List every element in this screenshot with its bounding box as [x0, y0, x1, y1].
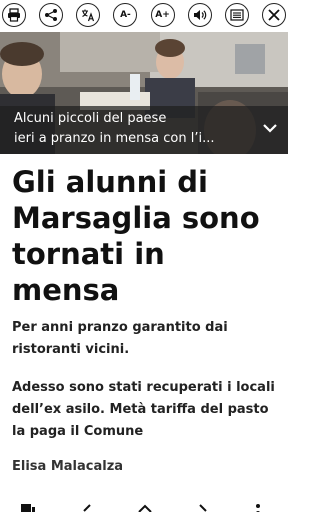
share-icon[interactable] — [39, 3, 64, 27]
top-toolbar: A- A+ — [0, 0, 288, 30]
bottom-nav — [0, 498, 288, 512]
article-lead: Adesso sono stati recuperati i locali de… — [12, 380, 275, 439]
speaker-icon[interactable] — [187, 3, 212, 27]
text-smaller-icon[interactable]: A- — [113, 3, 138, 27]
photo-caption[interactable]: Alcuni piccoli del paese ieri a pranzo i… — [0, 106, 288, 154]
reader-icon[interactable] — [224, 3, 249, 27]
print-icon[interactable] — [2, 3, 26, 27]
caption-line-2: ieri a pranzo in mensa con l’i... — [14, 131, 215, 146]
previous-icon[interactable] — [80, 502, 94, 512]
text-larger-icon[interactable]: A+ — [150, 3, 175, 27]
caption-line-1: Alcuni piccoli del paese — [14, 111, 167, 126]
up-icon[interactable] — [137, 502, 153, 512]
article-title: Gli alunni di Marsaglia sono tornati in … — [12, 165, 260, 307]
close-icon[interactable] — [261, 3, 286, 27]
article-author: Elisa Malacalza — [12, 459, 124, 474]
sections-icon[interactable] — [20, 502, 36, 512]
chevron-down-icon[interactable] — [262, 120, 278, 140]
next-icon[interactable] — [196, 502, 210, 512]
hero-photo[interactable]: Alcuni piccoli del paese ieri a pranzo i… — [0, 32, 288, 154]
article-subtitle: Per anni pranzo garantito dai ristoranti… — [12, 320, 228, 357]
translate-icon[interactable] — [76, 3, 101, 27]
more-icon[interactable] — [254, 502, 262, 512]
